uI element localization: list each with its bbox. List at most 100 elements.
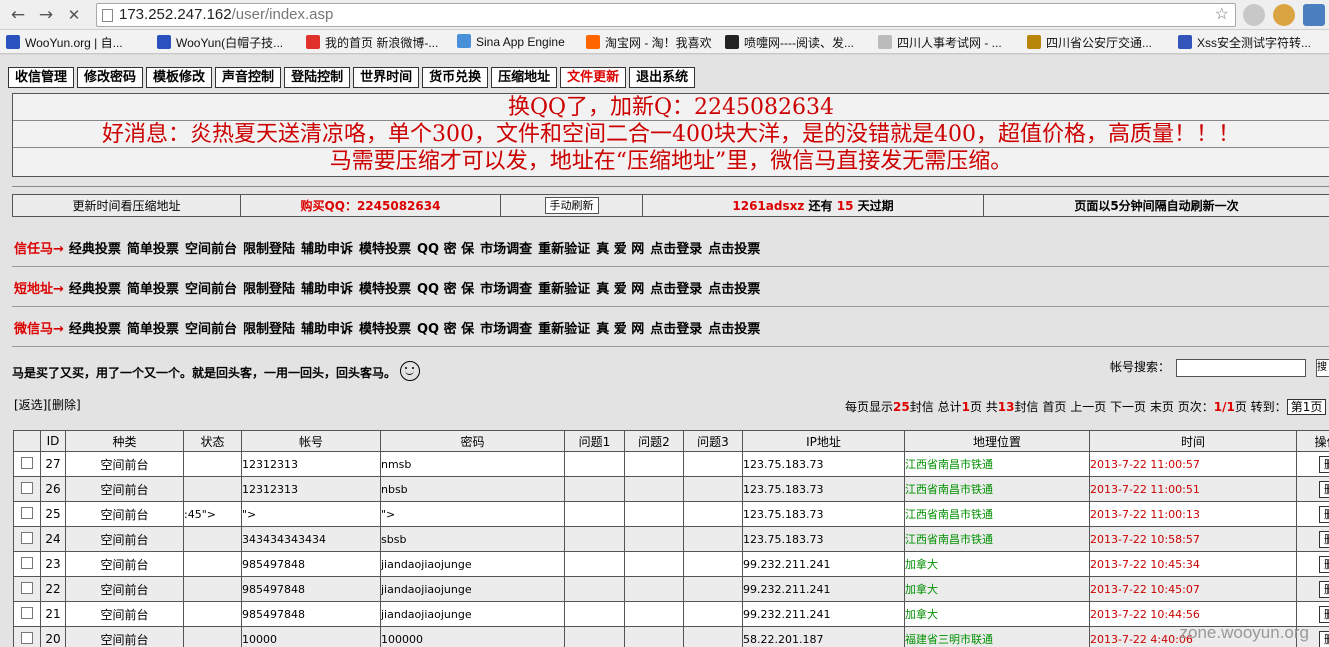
phish-link[interactable]: 简单投票 (127, 242, 179, 257)
column-header: ID (40, 430, 66, 452)
row-checkbox[interactable] (21, 556, 33, 569)
phish-link[interactable]: 经典投票 (69, 242, 121, 257)
last-page-link[interactable]: 末页 (1150, 400, 1174, 414)
phish-link[interactable]: 辅助申诉 (301, 322, 353, 337)
phish-link[interactable]: 空间前台 (185, 242, 237, 257)
next-page-link[interactable]: 下一页 (1110, 400, 1146, 414)
stop-loading-icon[interactable]: ✕ (62, 3, 86, 27)
phish-link[interactable]: 点击投票 (708, 242, 760, 257)
cookie-icon[interactable] (1273, 4, 1295, 26)
row-delete-button[interactable]: 删除 (1319, 530, 1329, 548)
phish-link[interactable]: 辅助申诉 (301, 282, 353, 297)
bookmark-item[interactable]: 四川人事考试网 - ... (878, 34, 1002, 51)
phish-link[interactable]: 经典投票 (69, 322, 121, 337)
bookmark-star-icon[interactable]: ☆ (1215, 4, 1229, 26)
search-input[interactable] (1176, 358, 1307, 377)
phish-link[interactable]: 市场调查 (480, 242, 532, 257)
menu-tab[interactable]: 模板修改 (146, 67, 213, 88)
invert-selection-link[interactable]: [返选] (14, 398, 47, 412)
row-delete-button[interactable]: 删除 (1319, 605, 1329, 623)
phish-link[interactable]: 市场调查 (480, 322, 532, 337)
row-checkbox[interactable] (21, 606, 33, 619)
phish-link[interactable]: 模特投票 (359, 242, 411, 257)
phish-link[interactable]: 点击登录 (650, 242, 702, 257)
manual-refresh-button[interactable]: 手动刷新 (544, 197, 599, 214)
menu-tab[interactable]: 货币兑换 (422, 67, 489, 88)
row-delete-button[interactable]: 删除 (1319, 630, 1329, 647)
link-row: 信任马→ 经典投票 简单投票 空间前台 限制登陆 辅助申诉 模特投票 QQ 密 保市场调查 重新… (14, 238, 766, 257)
phish-link[interactable]: 市场调查 (480, 282, 532, 297)
bookmark-item[interactable]: WooYun(白帽子技... (157, 34, 283, 51)
phish-link[interactable]: 点击登录 (650, 322, 702, 337)
bookmark-item[interactable]: WooYun.org | 自... (6, 34, 123, 51)
row-checkbox[interactable] (21, 506, 33, 519)
phish-link[interactable]: 重新验证 (538, 242, 590, 257)
cell-id: 25 (40, 501, 66, 527)
phish-link[interactable]: 限制登陆 (243, 282, 295, 297)
bookmark-item[interactable]: 我的首页 新浪微博-... (306, 34, 438, 51)
back-icon[interactable]: ← (6, 3, 30, 27)
cell-status (183, 451, 242, 477)
phish-link[interactable]: 重新验证 (538, 282, 590, 297)
phish-link[interactable]: QQ 密 保 (417, 282, 474, 297)
phish-link[interactable]: 点击投票 (708, 322, 760, 337)
phish-link[interactable]: 限制登陆 (243, 322, 295, 337)
extension-icon[interactable] (1303, 4, 1325, 26)
bulk-delete-link[interactable]: [删除] (47, 398, 80, 412)
row-checkbox[interactable] (21, 481, 33, 494)
menu-tab[interactable]: 登陆控制 (284, 67, 351, 88)
row-checkbox[interactable] (21, 531, 33, 544)
column-header: IP地址 (742, 430, 905, 452)
row-checkbox[interactable] (21, 581, 33, 594)
bookmark-item[interactable]: Xss安全测试字符转... (1178, 34, 1311, 51)
phish-link[interactable]: 点击登录 (650, 282, 702, 297)
menu-tab[interactable]: 世界时间 (353, 67, 420, 88)
phish-link[interactable]: 模特投票 (359, 322, 411, 337)
bookmark-item[interactable]: Sina App Engine (457, 34, 565, 49)
globe-icon[interactable] (1243, 4, 1265, 26)
phish-link[interactable]: QQ 密 保 (417, 242, 474, 257)
menu-tab[interactable]: 声音控制 (215, 67, 282, 88)
menu-tab[interactable]: 修改密码 (77, 67, 144, 88)
phish-link[interactable]: 真 爱 网 (596, 322, 644, 337)
phish-link[interactable]: 限制登陆 (243, 242, 295, 257)
phish-link[interactable]: 空间前台 (185, 282, 237, 297)
phish-link[interactable]: QQ 密 保 (417, 322, 474, 337)
goto-page-select[interactable]: 第1页 (1286, 399, 1327, 415)
phish-link[interactable]: 真 爱 网 (596, 282, 644, 297)
phish-link[interactable]: 经典投票 (69, 282, 121, 297)
row-delete-button[interactable]: 删除 (1319, 580, 1329, 598)
phish-link[interactable]: 简单投票 (127, 322, 179, 337)
menu-tab[interactable]: 压缩地址 (491, 67, 558, 88)
menu-tab[interactable]: 退出系统 (629, 67, 696, 88)
first-page-link[interactable]: 首页 (1042, 400, 1066, 414)
cell-q1 (564, 501, 625, 527)
row-delete-button[interactable]: 删除 (1319, 505, 1329, 523)
row-checkbox[interactable] (21, 631, 33, 644)
cell-geo: 江西省南昌市铁通 (904, 451, 1090, 477)
search-button[interactable]: 搜 (1316, 358, 1329, 377)
phish-link[interactable]: 空间前台 (185, 322, 237, 337)
phish-link[interactable]: 点击投票 (708, 282, 760, 297)
phish-link[interactable]: 真 爱 网 (596, 242, 644, 257)
phish-link[interactable]: 重新验证 (538, 322, 590, 337)
bookmark-item[interactable]: 喷嚏网----阅读、发... (725, 34, 854, 51)
row-delete-button[interactable]: 删除 (1319, 480, 1329, 498)
row-select-cell (13, 576, 41, 602)
menu-tab[interactable]: 文件更新 (560, 67, 627, 88)
table-row: 24 空间前台 343434343434 sbsb 123.75.183.73 江西省南昌… (13, 526, 1329, 552)
row-delete-button[interactable]: 删除 (1319, 455, 1329, 473)
row-checkbox[interactable] (21, 456, 33, 469)
link-row: 短地址→ 经典投票 简单投票 空间前台 限制登陆 辅助申诉 模特投票 QQ 密 保市场调查 重新… (14, 278, 766, 297)
phish-link[interactable]: 模特投票 (359, 282, 411, 297)
bookmark-item[interactable]: 淘宝网 - 淘！我喜欢 (586, 34, 712, 51)
menu-tab[interactable]: 收信管理 (8, 67, 75, 88)
phish-link[interactable]: 辅助申诉 (301, 242, 353, 257)
forward-icon[interactable]: → (34, 3, 58, 27)
phish-link[interactable]: 简单投票 (127, 282, 179, 297)
bookmark-item[interactable]: 四川省公安厅交通... (1027, 34, 1152, 51)
address-bar[interactable]: 173.252.247.162/user/index.asp ☆ (96, 3, 1236, 27)
cell-ip: 123.75.183.73 (742, 451, 905, 477)
row-delete-button[interactable]: 删除 (1319, 555, 1329, 573)
prev-page-link[interactable]: 上一页 (1070, 400, 1106, 414)
